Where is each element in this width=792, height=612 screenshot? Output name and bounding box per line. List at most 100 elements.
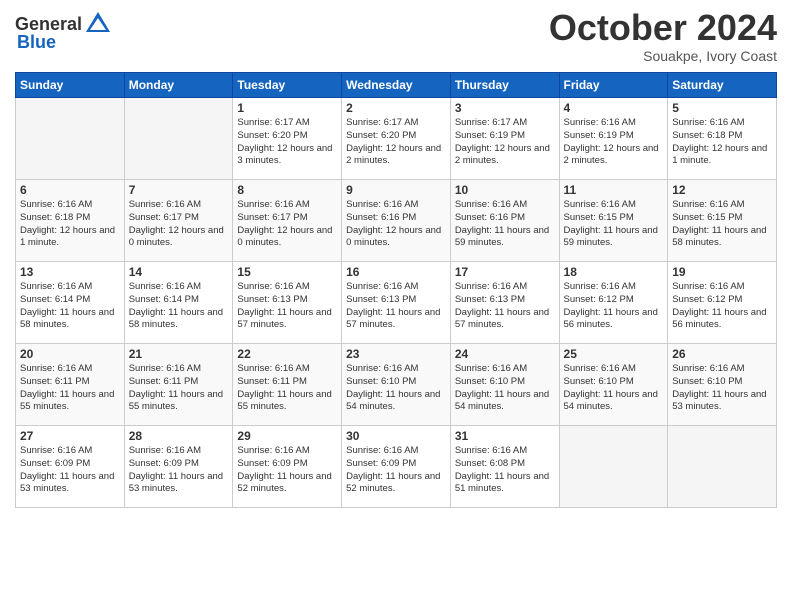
day-number: 20 bbox=[20, 347, 120, 361]
day-number: 14 bbox=[129, 265, 229, 279]
calendar-cell: 16 Sunrise: 6:16 AM Sunset: 6:13 PM Dayli… bbox=[342, 262, 451, 344]
day-number: 22 bbox=[237, 347, 337, 361]
day-number: 28 bbox=[129, 429, 229, 443]
weekday-header-wednesday: Wednesday bbox=[342, 73, 451, 98]
day-number: 31 bbox=[455, 429, 555, 443]
calendar-cell: 12 Sunrise: 6:16 AM Sunset: 6:15 PM Dayli… bbox=[668, 180, 777, 262]
calendar-cell: 11 Sunrise: 6:16 AM Sunset: 6:15 PM Dayli… bbox=[559, 180, 668, 262]
day-number: 19 bbox=[672, 265, 772, 279]
weekday-header-saturday: Saturday bbox=[668, 73, 777, 98]
calendar-cell: 10 Sunrise: 6:16 AM Sunset: 6:16 PM Dayli… bbox=[450, 180, 559, 262]
day-info: Sunrise: 6:16 AM Sunset: 6:13 PM Dayligh… bbox=[455, 281, 555, 332]
day-number: 16 bbox=[346, 265, 446, 279]
day-number: 30 bbox=[346, 429, 446, 443]
calendar-cell: 19 Sunrise: 6:16 AM Sunset: 6:12 PM Dayli… bbox=[668, 262, 777, 344]
calendar-cell: 21Sunrise: 6:16 AM Sunset: 6:11 PM Dayli… bbox=[124, 344, 233, 426]
calendar-table: SundayMondayTuesdayWednesdayThursdayFrid… bbox=[15, 72, 777, 508]
day-info: Sunrise: 6:16 AM Sunset: 6:10 PM Dayligh… bbox=[455, 363, 555, 414]
calendar-cell: 15Sunrise: 6:16 AM Sunset: 6:13 PM Dayli… bbox=[233, 262, 342, 344]
calendar-cell: 27 Sunrise: 6:16 AM Sunset: 6:09 PM Dayli… bbox=[16, 426, 125, 508]
day-info: Sunrise: 6:16 AM Sunset: 6:17 PM Dayligh… bbox=[129, 199, 229, 250]
day-number: 27 bbox=[20, 429, 120, 443]
title-block: October 2024 Souakpe, Ivory Coast bbox=[549, 10, 777, 64]
header: General Blue October 2024 Souakpe, Ivory… bbox=[15, 10, 777, 64]
day-info: Sunrise: 6:16 AM Sunset: 6:13 PM Dayligh… bbox=[346, 281, 446, 332]
day-info: Sunrise: 6:16 AM Sunset: 6:14 PM Dayligh… bbox=[129, 281, 229, 332]
calendar-cell: 30 Sunrise: 6:16 AM Sunset: 6:09 PM Dayli… bbox=[342, 426, 451, 508]
day-info: Sunrise: 6:16 AM Sunset: 6:12 PM Dayligh… bbox=[672, 281, 772, 332]
day-info: Sunrise: 6:16 AM Sunset: 6:10 PM Dayligh… bbox=[672, 363, 772, 414]
day-number: 11 bbox=[564, 183, 664, 197]
day-info: Sunrise: 6:16 AM Sunset: 6:14 PM Dayligh… bbox=[20, 281, 120, 332]
calendar-cell bbox=[559, 426, 668, 508]
calendar-cell: 17Sunrise: 6:16 AM Sunset: 6:13 PM Dayli… bbox=[450, 262, 559, 344]
day-info: Sunrise: 6:16 AM Sunset: 6:09 PM Dayligh… bbox=[237, 445, 337, 496]
week-row-2: 13 Sunrise: 6:16 AM Sunset: 6:14 PM Dayli… bbox=[16, 262, 777, 344]
day-info: Sunrise: 6:16 AM Sunset: 6:19 PM Dayligh… bbox=[564, 117, 664, 168]
day-info: Sunrise: 6:16 AM Sunset: 6:15 PM Dayligh… bbox=[564, 199, 664, 250]
location-subtitle: Souakpe, Ivory Coast bbox=[549, 48, 777, 64]
calendar-cell: 13 Sunrise: 6:16 AM Sunset: 6:14 PM Dayli… bbox=[16, 262, 125, 344]
day-info: Sunrise: 6:16 AM Sunset: 6:15 PM Dayligh… bbox=[672, 199, 772, 250]
day-info: Sunrise: 6:16 AM Sunset: 6:18 PM Dayligh… bbox=[20, 199, 120, 250]
day-info: Sunrise: 6:16 AM Sunset: 6:09 PM Dayligh… bbox=[129, 445, 229, 496]
logo: General Blue bbox=[15, 10, 114, 53]
calendar-cell: 2Sunrise: 6:17 AM Sunset: 6:20 PM Daylig… bbox=[342, 98, 451, 180]
calendar-cell: 22 Sunrise: 6:16 AM Sunset: 6:11 PM Dayli… bbox=[233, 344, 342, 426]
calendar-cell: 5Sunrise: 6:16 AM Sunset: 6:18 PM Daylig… bbox=[668, 98, 777, 180]
day-info: Sunrise: 6:16 AM Sunset: 6:10 PM Dayligh… bbox=[564, 363, 664, 414]
day-info: Sunrise: 6:16 AM Sunset: 6:11 PM Dayligh… bbox=[237, 363, 337, 414]
day-info: Sunrise: 6:16 AM Sunset: 6:09 PM Dayligh… bbox=[20, 445, 120, 496]
day-info: Sunrise: 6:16 AM Sunset: 6:11 PM Dayligh… bbox=[20, 363, 120, 414]
day-info: Sunrise: 6:17 AM Sunset: 6:20 PM Dayligh… bbox=[346, 117, 446, 168]
calendar-cell: 6 Sunrise: 6:16 AM Sunset: 6:18 PM Daylig… bbox=[16, 180, 125, 262]
logo-icon bbox=[84, 10, 112, 38]
day-number: 8 bbox=[237, 183, 337, 197]
day-number: 25 bbox=[564, 347, 664, 361]
calendar-cell: 9Sunrise: 6:16 AM Sunset: 6:16 PM Daylig… bbox=[342, 180, 451, 262]
day-info: Sunrise: 6:16 AM Sunset: 6:10 PM Dayligh… bbox=[346, 363, 446, 414]
weekday-header-monday: Monday bbox=[124, 73, 233, 98]
day-number: 3 bbox=[455, 101, 555, 115]
calendar-cell: 18Sunrise: 6:16 AM Sunset: 6:12 PM Dayli… bbox=[559, 262, 668, 344]
day-info: Sunrise: 6:16 AM Sunset: 6:16 PM Dayligh… bbox=[346, 199, 446, 250]
calendar-cell bbox=[124, 98, 233, 180]
day-number: 1 bbox=[237, 101, 337, 115]
day-info: Sunrise: 6:16 AM Sunset: 6:08 PM Dayligh… bbox=[455, 445, 555, 496]
week-row-4: 27 Sunrise: 6:16 AM Sunset: 6:09 PM Dayli… bbox=[16, 426, 777, 508]
day-info: Sunrise: 6:16 AM Sunset: 6:12 PM Dayligh… bbox=[564, 281, 664, 332]
calendar-cell: 26Sunrise: 6:16 AM Sunset: 6:10 PM Dayli… bbox=[668, 344, 777, 426]
day-number: 12 bbox=[672, 183, 772, 197]
day-number: 6 bbox=[20, 183, 120, 197]
weekday-header-friday: Friday bbox=[559, 73, 668, 98]
day-info: Sunrise: 6:16 AM Sunset: 6:09 PM Dayligh… bbox=[346, 445, 446, 496]
day-info: Sunrise: 6:16 AM Sunset: 6:11 PM Dayligh… bbox=[129, 363, 229, 414]
weekday-header-row: SundayMondayTuesdayWednesdayThursdayFrid… bbox=[16, 73, 777, 98]
calendar-cell: 7Sunrise: 6:16 AM Sunset: 6:17 PM Daylig… bbox=[124, 180, 233, 262]
day-info: Sunrise: 6:16 AM Sunset: 6:16 PM Dayligh… bbox=[455, 199, 555, 250]
calendar-cell: 25 Sunrise: 6:16 AM Sunset: 6:10 PM Dayli… bbox=[559, 344, 668, 426]
day-number: 13 bbox=[20, 265, 120, 279]
calendar-cell: 31 Sunrise: 6:16 AM Sunset: 6:08 PM Dayli… bbox=[450, 426, 559, 508]
day-number: 10 bbox=[455, 183, 555, 197]
day-number: 5 bbox=[672, 101, 772, 115]
day-info: Sunrise: 6:17 AM Sunset: 6:20 PM Dayligh… bbox=[237, 117, 337, 168]
day-number: 24 bbox=[455, 347, 555, 361]
week-row-1: 6 Sunrise: 6:16 AM Sunset: 6:18 PM Daylig… bbox=[16, 180, 777, 262]
calendar-cell: 28 Sunrise: 6:16 AM Sunset: 6:09 PM Dayli… bbox=[124, 426, 233, 508]
weekday-header-sunday: Sunday bbox=[16, 73, 125, 98]
calendar-cell: 8 Sunrise: 6:16 AM Sunset: 6:17 PM Daylig… bbox=[233, 180, 342, 262]
calendar-cell: 29 Sunrise: 6:16 AM Sunset: 6:09 PM Dayli… bbox=[233, 426, 342, 508]
calendar-cell: 4Sunrise: 6:16 AM Sunset: 6:19 PM Daylig… bbox=[559, 98, 668, 180]
calendar-cell: 3 Sunrise: 6:17 AM Sunset: 6:19 PM Daylig… bbox=[450, 98, 559, 180]
weekday-header-thursday: Thursday bbox=[450, 73, 559, 98]
day-number: 23 bbox=[346, 347, 446, 361]
week-row-3: 20 Sunrise: 6:16 AM Sunset: 6:11 PM Dayli… bbox=[16, 344, 777, 426]
month-title: October 2024 bbox=[549, 10, 777, 46]
calendar-cell bbox=[16, 98, 125, 180]
day-number: 29 bbox=[237, 429, 337, 443]
day-info: Sunrise: 6:16 AM Sunset: 6:17 PM Dayligh… bbox=[237, 199, 337, 250]
logo-blue-text: Blue bbox=[17, 32, 56, 53]
day-info: Sunrise: 6:17 AM Sunset: 6:19 PM Dayligh… bbox=[455, 117, 555, 168]
calendar-cell: 20 Sunrise: 6:16 AM Sunset: 6:11 PM Dayli… bbox=[16, 344, 125, 426]
